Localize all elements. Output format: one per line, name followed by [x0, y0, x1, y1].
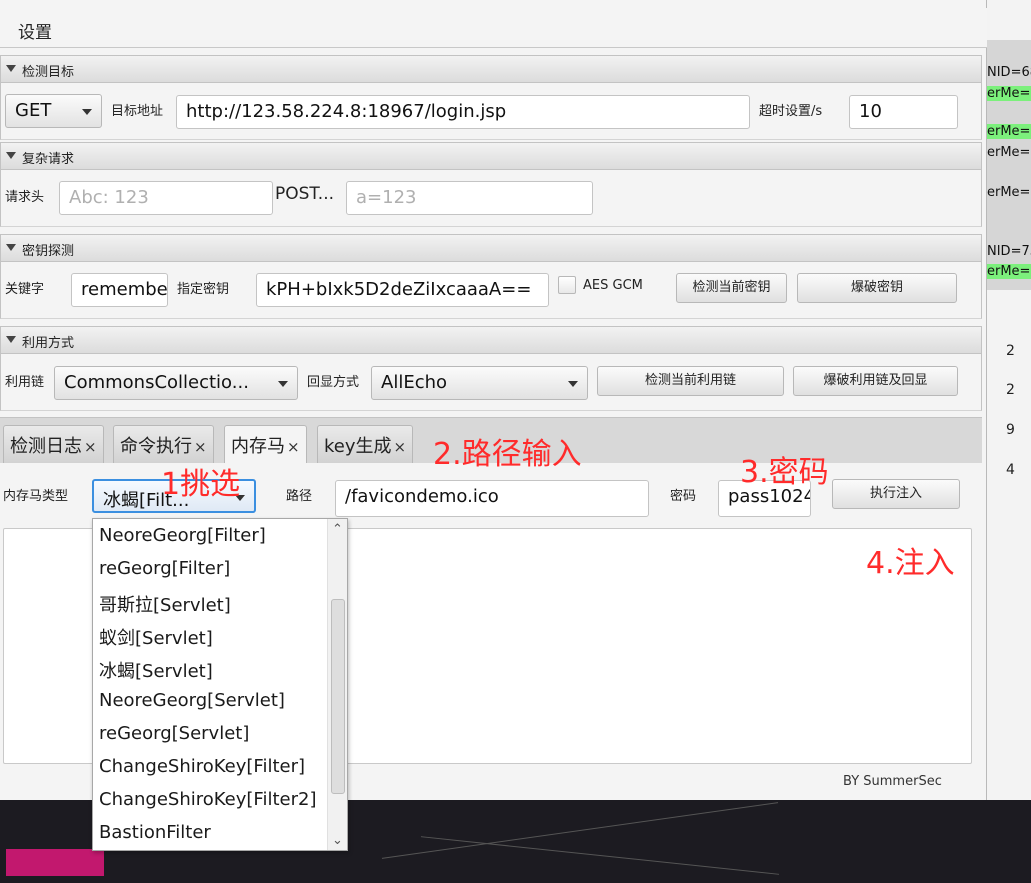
collapse-triangle-icon: [6, 244, 16, 251]
scrollbar-thumb[interactable]: [331, 599, 345, 794]
section-title: 利用方式: [22, 336, 75, 351]
background-window: NID=68 erMe=d erMe=d erMe=d erMe=d NID=7…: [987, 0, 1031, 800]
section-title: 检测目标: [22, 65, 75, 80]
chevron-down-icon: [82, 109, 92, 115]
memshell-type-dropdown[interactable]: NeoreGeorg[Filter] reGeorg[Filter] 哥斯拉[S…: [92, 518, 348, 851]
dropdown-option[interactable]: NeoreGeorg[Servlet]: [99, 690, 285, 711]
desktop-pink-block: [6, 849, 104, 876]
collapse-triangle-icon: [6, 152, 16, 159]
background-number: 4: [1006, 462, 1015, 478]
memshell-type-label: 内存马类型: [3, 489, 69, 504]
brute-key-button[interactable]: 爆破密钥: [797, 273, 957, 303]
specified-key-input[interactable]: kPH+bIxk5D2deZiIxcaaaA==: [256, 273, 549, 307]
background-text: erMe=d: [987, 264, 1031, 279]
aes-gcm-label: AES GCM: [583, 278, 643, 293]
background-text: erMe=d: [987, 145, 1031, 160]
keyword-label: 关键字: [5, 282, 45, 297]
background-number: 9: [1006, 422, 1015, 438]
background-text: erMe=d: [987, 185, 1031, 200]
dropdown-option[interactable]: ChangeShiroKey[Filter]: [99, 756, 305, 777]
close-icon[interactable]: ×: [194, 438, 207, 456]
section-header-key[interactable]: 密钥探测: [0, 234, 982, 262]
dropdown-option[interactable]: reGeorg[Filter]: [99, 558, 230, 579]
post-body-input[interactable]: a=123: [346, 181, 593, 215]
dropdown-option[interactable]: ChangeShiroKey[Filter2]: [99, 789, 316, 810]
tab-label: key生成: [324, 436, 392, 457]
collapse-triangle-icon: [6, 336, 16, 343]
tab-command-exec[interactable]: 命令执行 ×: [113, 425, 214, 463]
dropdown-option[interactable]: 哥斯拉[Servlet]: [99, 591, 231, 617]
timeout-input[interactable]: 10: [849, 95, 958, 129]
dropdown-scrollbar[interactable]: ⌃ ⌄: [327, 519, 347, 850]
window-title: 设置: [18, 23, 52, 43]
background-text: NID=68: [987, 65, 1031, 80]
tab-key-gen[interactable]: key生成 ×: [317, 425, 414, 463]
path-input[interactable]: /favicondemo.ico: [335, 480, 649, 517]
http-method-select[interactable]: GET: [5, 94, 102, 128]
echo-method-select[interactable]: AllEcho: [371, 366, 588, 400]
background-number: 2: [1006, 382, 1015, 398]
post-label: POST...: [275, 184, 335, 204]
path-label: 路径: [286, 489, 313, 504]
dropdown-option[interactable]: BastionFilter: [99, 822, 211, 843]
background-text: erMe=d: [987, 124, 1031, 139]
chain-label: 利用链: [5, 375, 45, 390]
keyword-input[interactable]: rememberMe: [71, 273, 168, 307]
background-text: NID=73: [987, 244, 1031, 259]
annotation-step4: 4.注入: [866, 546, 955, 581]
section-header-target[interactable]: 检测目标: [0, 55, 982, 83]
tab-label: 命令执行: [120, 436, 192, 457]
dropdown-option[interactable]: 蚁剑[Servlet]: [99, 624, 213, 650]
section-header-exploit[interactable]: 利用方式: [0, 326, 982, 354]
close-icon[interactable]: ×: [287, 438, 300, 456]
timeout-label: 超时设置/s: [759, 104, 823, 119]
echo-label: 回显方式: [307, 375, 360, 390]
window-titlebar: 设置: [0, 8, 987, 48]
brute-chain-button[interactable]: 爆破利用链及回显: [793, 366, 958, 396]
section-title: 复杂请求: [22, 152, 75, 167]
url-input[interactable]: http://123.58.224.8:18967/login.jsp: [176, 95, 750, 129]
close-icon[interactable]: ×: [84, 438, 97, 456]
detect-key-button[interactable]: 检测当前密钥: [676, 273, 787, 303]
tab-memshell[interactable]: 内存马 ×: [224, 425, 307, 463]
password-label: 密码: [670, 489, 697, 504]
specified-key-label: 指定密钥: [177, 282, 230, 297]
scroll-up-icon[interactable]: ⌃: [332, 522, 343, 537]
collapse-triangle-icon: [6, 65, 16, 72]
gadget-chain-value: CommonsCollectio...: [64, 372, 249, 393]
chevron-down-icon: [278, 381, 288, 387]
tab-label: 检测日志: [10, 436, 82, 457]
background-number: 2: [1006, 343, 1015, 359]
background-text: erMe=d: [987, 86, 1031, 101]
chevron-down-icon: [568, 381, 578, 387]
header-label: 请求头: [5, 190, 45, 205]
scroll-down-icon[interactable]: ⌄: [332, 833, 343, 848]
inject-button[interactable]: 执行注入: [832, 479, 960, 509]
annotation-step1: 1挑选: [161, 467, 241, 502]
section-header-complex[interactable]: 复杂请求: [0, 142, 982, 170]
section-title: 密钥探测: [22, 244, 75, 259]
annotation-step3: 3.密码: [740, 455, 829, 490]
url-label: 目标地址: [111, 104, 164, 119]
annotation-step2: 2.路径输入: [433, 437, 582, 472]
detect-chain-button[interactable]: 检测当前利用链: [597, 366, 784, 396]
dropdown-option[interactable]: NeoreGeorg[Filter]: [99, 525, 266, 546]
tab-detect-log[interactable]: 检测日志 ×: [3, 425, 104, 463]
author-credit: BY SummerSec: [843, 774, 942, 789]
gadget-chain-select[interactable]: CommonsCollectio...: [54, 366, 298, 400]
close-icon[interactable]: ×: [394, 438, 407, 456]
tab-label: 内存马: [231, 436, 285, 457]
aes-gcm-checkbox[interactable]: [558, 276, 576, 294]
dropdown-option[interactable]: 冰蝎[Servlet]: [99, 657, 213, 683]
echo-method-value: AllEcho: [381, 372, 448, 393]
http-method-value: GET: [15, 100, 52, 121]
dropdown-option[interactable]: reGeorg[Servlet]: [99, 723, 249, 744]
header-input[interactable]: Abc: 123: [59, 181, 273, 215]
